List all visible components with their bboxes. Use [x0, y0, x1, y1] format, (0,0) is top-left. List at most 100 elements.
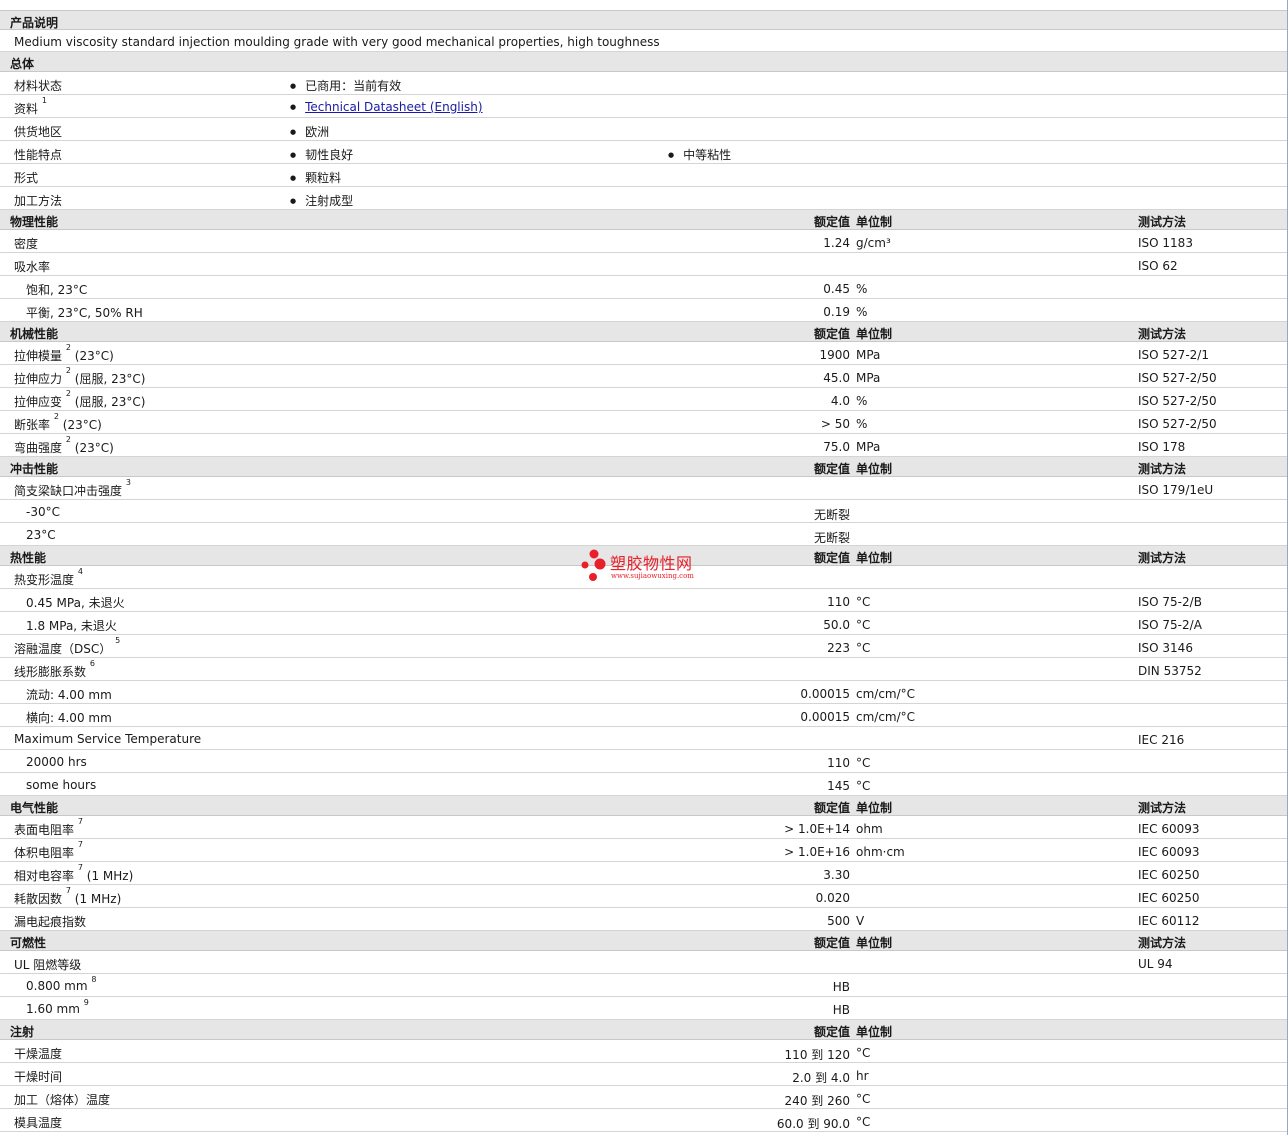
datasheet-link[interactable]: Technical Datasheet (English) — [305, 100, 482, 114]
description-row: Medium viscosity standard injection moul… — [0, 30, 1288, 52]
property-label: 20000 hrs — [26, 755, 87, 769]
property-label: 0.45 MPa, 未退火 — [26, 594, 125, 611]
column-header-method: 测试方法 — [1138, 215, 1187, 229]
column-header-value: 额定值 — [813, 551, 850, 565]
property-label: 供货地区 — [14, 123, 62, 140]
unit-value: °C — [856, 595, 871, 609]
property-condition: (1 MHz) — [74, 892, 122, 906]
property-label-text: 0.45 MPa, 未退火 — [26, 596, 125, 610]
test-method: ISO 75-2/B — [1138, 595, 1202, 609]
unit-value: °C — [856, 756, 871, 770]
property-row: 耗散因数 7 (1 MHz) 0.020 IEC 60250 — [0, 885, 1288, 908]
footnote-marker: 2 — [65, 435, 71, 444]
footnote-marker: 2 — [53, 412, 59, 421]
nominal-value: 223 — [827, 641, 850, 655]
unit-value: ohm·cm — [856, 845, 905, 859]
property-label-text: UL 阻燃等级 — [14, 958, 82, 972]
nominal-value: 2.0 到 4.0 — [792, 1071, 850, 1085]
property-label-text: 线形膨胀系数 — [14, 665, 87, 679]
bullet-item-text: 中等粘性 — [683, 148, 732, 162]
property-label-text: 干燥时间 — [14, 1070, 63, 1084]
column-header-value: 额定值 — [813, 801, 850, 815]
property-label: 拉伸应力 2 (屈服, 23°C) — [14, 366, 146, 387]
property-row: 体积电阻率 7 > 1.0E+16 ohm·cm IEC 60093 — [0, 839, 1288, 862]
property-row: 线形膨胀系数 6 DIN 53752 — [0, 658, 1288, 681]
property-label: 线形膨胀系数 6 — [14, 659, 95, 680]
property-row: 干燥温度 110 到 120 °C — [0, 1040, 1288, 1063]
property-row: 20000 hrs 110 °C — [0, 750, 1288, 773]
column-header-value: 额定值 — [813, 462, 850, 476]
unit-value: °C — [856, 618, 871, 632]
nominal-value: 0.45 — [823, 282, 850, 296]
property-label: 0.800 mm 8 — [26, 975, 96, 993]
footnote-marker: 9 — [83, 998, 89, 1007]
column-header-value: 额定值 — [813, 327, 850, 341]
property-row: 干燥时间 2.0 到 4.0 hr — [0, 1063, 1288, 1086]
footnote-marker: 7 — [77, 840, 83, 849]
general-row: 材料状态 已商用：当前有效 — [0, 72, 1288, 95]
property-row: 23°C 无断裂 — [0, 523, 1288, 546]
nominal-value: 4.0 — [830, 394, 850, 408]
watermark-logo: 塑胶物性网 www.sujiaowuxing.com — [580, 549, 720, 585]
column-header-value: 额定值 — [813, 215, 850, 229]
section-header: 电气性能 额定值 单位制 测试方法 — [0, 796, 1288, 816]
footnote-marker: 2 — [65, 389, 71, 398]
property-condition: (1 MHz) — [86, 869, 134, 883]
test-method: UL 94 — [1138, 957, 1173, 971]
property-row: Maximum Service Temperature IEC 216 — [0, 727, 1288, 750]
property-label-text: 断张率 — [14, 418, 51, 432]
nominal-value: 110 — [827, 595, 850, 609]
property-label-text: 23°C — [26, 528, 56, 542]
nominal-value: 240 到 260 — [784, 1094, 850, 1108]
section-title: 可燃性 — [10, 936, 47, 950]
unit-value: °C — [856, 1092, 871, 1106]
property-label-text: 0.800 mm — [26, 979, 88, 993]
unit-value: hr — [856, 1069, 869, 1083]
property-row: 弯曲强度 2 (23°C) 75.0 MPa ISO 178 — [0, 434, 1288, 457]
footnote-marker: 7 — [77, 863, 83, 872]
property-label-text: -30°C — [26, 505, 60, 519]
property-row: 相对电容率 7 (1 MHz) 3.30 IEC 60250 — [0, 862, 1288, 885]
property-row: 横向: 4.00 mm 0.00015 cm/cm/°C — [0, 704, 1288, 727]
unit-value: % — [856, 394, 868, 408]
nominal-value: 110 — [827, 756, 850, 770]
section-title: 注射 — [10, 1025, 35, 1039]
property-label: -30°C — [26, 505, 60, 519]
unit-value: °C — [856, 1046, 871, 1060]
general-row: 加工方法 注射成型 — [0, 187, 1288, 210]
property-condition: (23°C) — [62, 418, 102, 432]
property-row: 表面电阻率 7 > 1.0E+14 ohm IEC 60093 — [0, 816, 1288, 839]
property-row: 简支梁缺口冲击强度 3 ISO 179/1eU — [0, 477, 1288, 500]
nominal-value: > 1.0E+14 — [784, 822, 850, 836]
product-description: Medium viscosity standard injection moul… — [14, 35, 660, 49]
property-label: 1.8 MPa, 未退火 — [26, 617, 117, 634]
test-method: IEC 60250 — [1138, 891, 1200, 905]
property-condition: (23°C) — [74, 349, 114, 363]
property-label-text: 形式 — [14, 171, 39, 185]
column-header-unit: 单位制 — [856, 1025, 893, 1039]
test-method: ISO 179/1eU — [1138, 483, 1214, 497]
footnote-marker: 2 — [65, 366, 71, 375]
column-header-value: 额定值 — [813, 1025, 850, 1039]
property-label-text: 模具温度 — [14, 1116, 63, 1130]
property-label: 干燥时间 — [14, 1068, 62, 1085]
property-row: some hours 145 °C — [0, 773, 1288, 796]
property-label: 1.60 mm 9 — [26, 998, 89, 1016]
nominal-value: 3.30 — [823, 868, 850, 882]
property-label-text: 耗散因数 — [14, 892, 63, 906]
bullet-item: 韧性良好 — [290, 146, 353, 163]
section-header: 总体 — [0, 52, 1288, 72]
property-label: 弯曲强度 2 (23°C) — [14, 435, 114, 456]
property-label: 材料状态 — [14, 77, 62, 94]
property-condition: (屈服, 23°C) — [74, 372, 146, 386]
property-label-text: 吸水率 — [14, 260, 51, 274]
test-method: IEC 60093 — [1138, 822, 1200, 836]
property-row: 0.45 MPa, 未退火 110 °C ISO 75-2/B — [0, 589, 1288, 612]
bullet-item-text: 欧洲 — [305, 125, 330, 139]
section-title: 产品说明 — [10, 16, 59, 30]
nominal-value: 50.0 — [823, 618, 850, 632]
property-label-text: Maximum Service Temperature — [14, 732, 202, 746]
property-label-text: 资料 — [14, 102, 39, 116]
nominal-value: 45.0 — [823, 371, 850, 385]
property-label-text: 横向: 4.00 mm — [26, 711, 112, 725]
